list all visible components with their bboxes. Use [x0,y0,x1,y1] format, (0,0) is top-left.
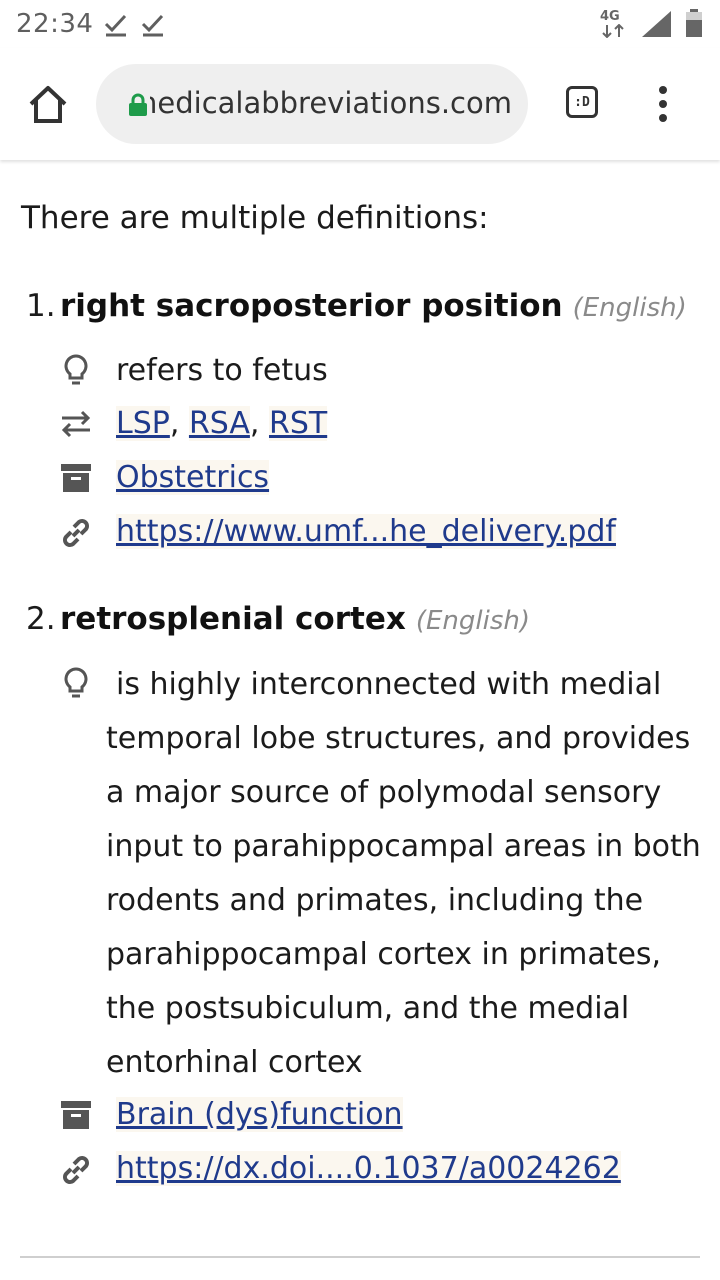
source-link[interactable]: https://www.umf...he_delivery.pdf [116,514,616,549]
related-link-lsp[interactable]: LSP [116,406,170,441]
tab-switcher-icon[interactable]: :D [566,86,598,118]
overflow-menu-icon[interactable] [652,86,676,122]
status-bar: 22:34 4G [0,0,720,48]
link-icon [63,1156,89,1184]
lock-icon [129,93,147,116]
source: https://dx.doi....0.1037/a0024262 [116,1151,621,1186]
definition-term: right sacroposterior position (English) [60,288,687,324]
archive-icon [61,464,91,492]
term-language: (English) [415,606,531,636]
address-bar[interactable]: medicalabbreviations.com [96,64,528,144]
divider [20,1256,700,1258]
status-time: 22:34 [16,9,94,39]
term-language: (English) [572,293,687,323]
source-link[interactable]: https://dx.doi....0.1037/a0024262 [116,1151,621,1186]
category: Brain (dys)function [116,1097,403,1132]
definition-number: 2. [26,601,56,637]
lightbulb-icon [64,667,88,698]
browser-toolbar: medicalabbreviations.com :D [0,48,720,160]
definition-note: refers to fetus [116,353,328,388]
network-type: 4G [600,9,620,24]
definition-note: is highly interconnected with medial tem… [106,667,701,1080]
url-value: medicalabbreviations.com [150,86,512,120]
swap-arrows-icon [61,410,91,438]
related-link-rst[interactable]: RST [268,406,328,441]
category-link[interactable]: Brain (dys)function [116,1097,403,1132]
category-link[interactable]: Obstetrics [116,460,270,495]
separator: , [249,406,269,441]
check-icon [141,14,164,37]
related-abbreviations: LSP, RSA, RST [116,406,328,441]
data-arrows-icon [602,24,624,38]
source: https://www.umf...he_delivery.pdf [116,514,616,549]
definition-term: retrosplenial cortex (English) [60,601,530,637]
term-text: retrosplenial cortex [60,601,406,637]
signal-icon [642,11,671,37]
lightbulb-icon [64,354,88,385]
separator: , [169,406,189,441]
definition-number: 1. [26,288,56,324]
link-icon [63,519,89,547]
battery-icon [686,9,702,37]
archive-icon [61,1101,91,1129]
intro-text: There are multiple definitions: [21,200,489,236]
category: Obstetrics [116,460,270,495]
term-text: right sacroposterior position [60,288,563,324]
url-text: medicalabbreviations.com [150,86,512,120]
home-icon[interactable] [26,82,70,126]
related-link-rsa[interactable]: RSA [188,406,250,441]
check-icon [104,14,127,37]
